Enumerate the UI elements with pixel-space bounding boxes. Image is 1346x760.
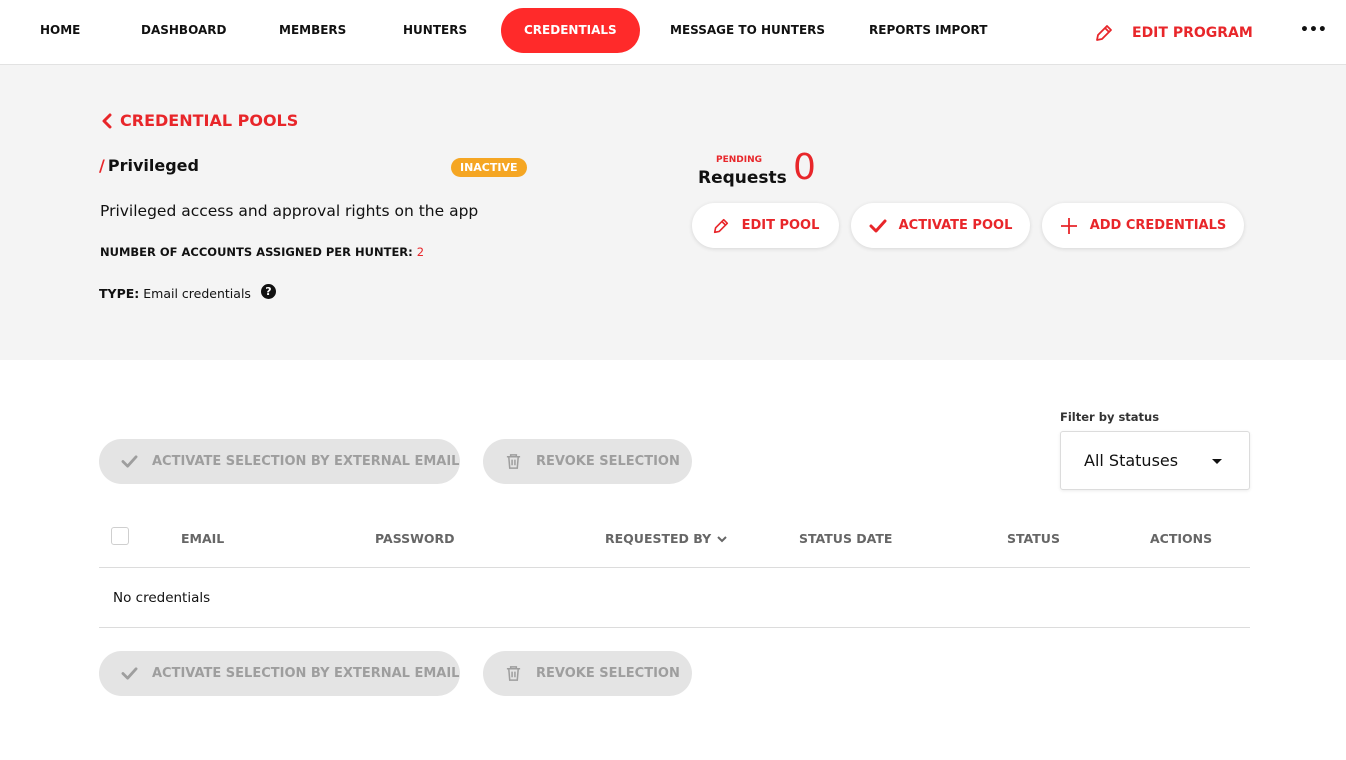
accounts-per-hunter-label: NUMBER OF ACCOUNTS ASSIGNED PER HUNTER: <box>100 245 413 259</box>
column-actions: ACTIONS <box>1150 531 1213 546</box>
nav-dashboard[interactable]: DASHBOARD <box>141 8 226 53</box>
column-email: EMAIL <box>181 531 225 546</box>
pool-description: Privileged access and approval rights on… <box>100 202 479 220</box>
activate-selection-label: ACTIVATE SELECTION BY EXTERNAL EMAIL <box>152 666 460 681</box>
chevron-left-icon <box>102 113 112 128</box>
pool-title: / Privileged <box>99 156 199 175</box>
pool-title-text: Privileged <box>107 156 199 175</box>
column-requested-by-label: REQUESTED BY <box>605 531 712 546</box>
nav-members[interactable]: MEMBERS <box>279 8 346 53</box>
accounts-per-hunter: NUMBER OF ACCOUNTS ASSIGNED PER HUNTER: 2 <box>100 245 424 259</box>
status-filter-value: All Statuses <box>1084 451 1179 470</box>
status-filter-select[interactable]: All Statuses <box>1060 431 1250 490</box>
nav-hunters[interactable]: HUNTERS <box>403 8 467 53</box>
requests-label: Requests <box>698 168 787 188</box>
filter-by-status-label: Filter by status <box>1060 410 1160 424</box>
pool-type: TYPE: Email credentials ? <box>99 284 276 301</box>
back-link-label: CREDENTIAL POOLS <box>120 111 299 130</box>
revoke-selection-button-bottom[interactable]: REVOKE SELECTION <box>483 651 692 696</box>
chevron-down-icon <box>717 535 727 542</box>
accounts-per-hunter-value: 2 <box>416 245 425 259</box>
edit-program-button[interactable]: EDIT PROGRAM <box>1094 20 1253 46</box>
check-icon <box>869 219 887 232</box>
check-icon <box>121 455 138 468</box>
check-icon <box>121 667 138 680</box>
column-requested-by[interactable]: REQUESTED BY <box>605 531 728 546</box>
plus-icon <box>1060 217 1077 234</box>
nav-message-to-hunters[interactable]: MESSAGE TO HUNTERS <box>670 8 825 53</box>
pending-label: PENDING <box>716 155 763 165</box>
nav-reports-import[interactable]: REPORTS IMPORT <box>869 8 987 53</box>
more-dots-icon[interactable]: ••• <box>1300 22 1327 38</box>
activate-selection-label: ACTIVATE SELECTION BY EXTERNAL EMAIL <box>152 454 460 469</box>
select-all-checkbox[interactable] <box>111 527 129 545</box>
pool-type-value: Email credentials <box>143 286 251 301</box>
requests-count: 0 <box>793 147 816 188</box>
trash-icon <box>506 454 521 469</box>
nav-credentials[interactable]: CREDENTIALS <box>501 8 640 53</box>
table-empty-row: No credentials <box>99 568 1250 628</box>
activate-pool-label: ACTIVATE POOL <box>898 218 1013 233</box>
back-to-credential-pools-link[interactable]: CREDENTIAL POOLS <box>101 111 298 130</box>
column-status-date: STATUS DATE <box>799 531 893 546</box>
pool-header-panel: CREDENTIAL POOLS / Privileged INACTIVE Pr… <box>0 65 1346 360</box>
activate-selection-button-top[interactable]: ACTIVATE SELECTION BY EXTERNAL EMAIL <box>99 439 460 484</box>
activate-selection-button-bottom[interactable]: ACTIVATE SELECTION BY EXTERNAL EMAIL <box>99 651 460 696</box>
add-credentials-button[interactable]: ADD CREDENTIALS <box>1042 203 1244 248</box>
pool-title-slash: / <box>99 156 105 175</box>
caret-down-icon <box>1212 459 1222 464</box>
activate-pool-button[interactable]: ACTIVATE POOL <box>851 203 1030 248</box>
top-navigation: HOME DASHBOARD MEMBERS HUNTERS CREDENTIA… <box>0 0 1346 65</box>
help-circle-icon[interactable]: ? <box>260 284 276 299</box>
trash-icon <box>506 666 521 681</box>
empty-state-text: No credentials <box>113 590 211 606</box>
edit-program-label: EDIT PROGRAM <box>1132 25 1253 41</box>
add-credentials-label: ADD CREDENTIALS <box>1089 218 1227 233</box>
revoke-selection-label: REVOKE SELECTION <box>536 666 680 681</box>
pencil-icon <box>1096 25 1112 41</box>
revoke-selection-label: REVOKE SELECTION <box>536 454 680 469</box>
status-badge: INACTIVE <box>451 158 527 177</box>
nav-home[interactable]: HOME <box>40 8 80 53</box>
column-status: STATUS <box>1007 531 1060 546</box>
pencil-icon <box>713 218 728 233</box>
edit-pool-label: EDIT POOL <box>741 218 820 233</box>
credentials-table-header: EMAIL PASSWORD REQUESTED BY STATUS DATE … <box>99 510 1250 568</box>
pool-type-label: TYPE: <box>99 286 140 301</box>
edit-pool-button[interactable]: EDIT POOL <box>692 203 839 248</box>
column-password: PASSWORD <box>375 531 455 546</box>
revoke-selection-button-top[interactable]: REVOKE SELECTION <box>483 439 692 484</box>
